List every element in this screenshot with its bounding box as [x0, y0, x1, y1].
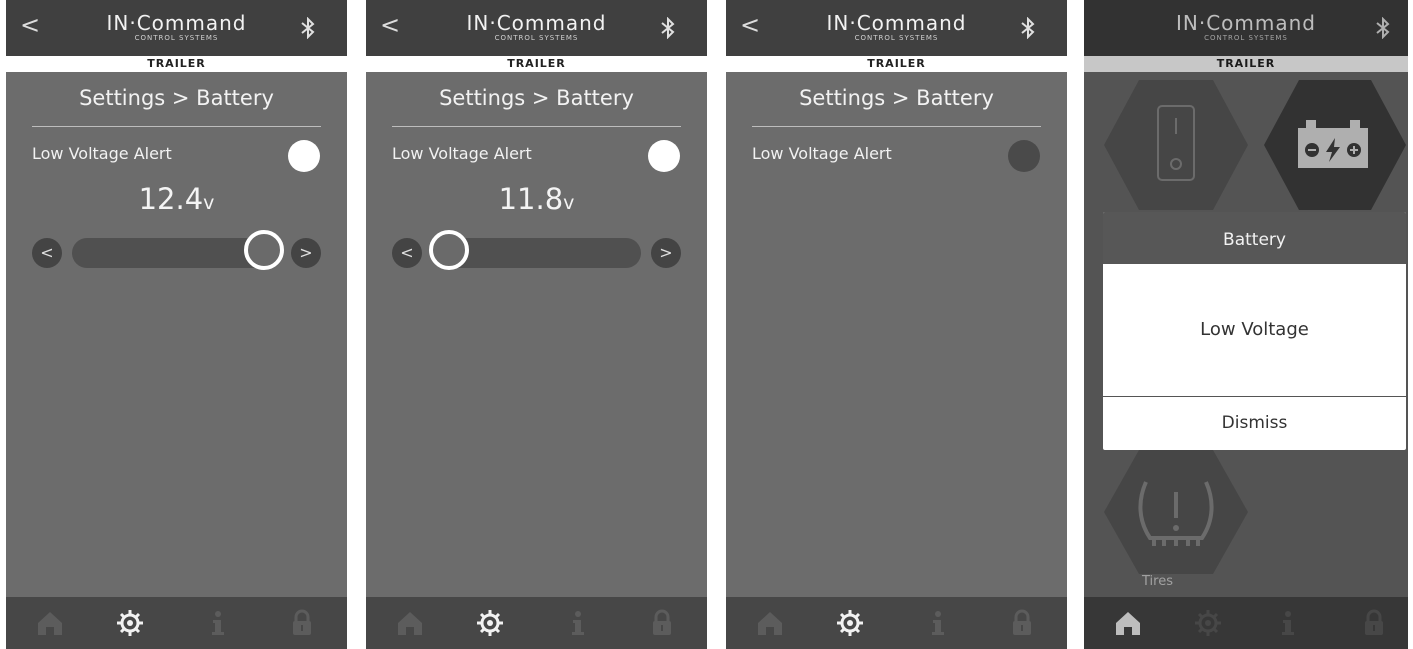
info-icon[interactable] [924, 609, 952, 637]
info-icon[interactable] [204, 609, 232, 637]
header-bar: < IN·Command CONTROL SYSTEMS [6, 0, 347, 56]
gear-icon[interactable] [476, 609, 504, 637]
gear-icon[interactable] [116, 609, 144, 637]
page-title: Settings > Battery [79, 86, 274, 110]
brand-subtitle: CONTROL SYSTEMS [134, 34, 219, 42]
brand-subtitle: CONTROL SYSTEMS [854, 34, 939, 42]
voltage-value: 11.8 [498, 182, 564, 216]
gear-icon[interactable] [836, 609, 864, 637]
increase-voltage-button[interactable]: > [651, 238, 681, 268]
section-label: TRAILER [366, 56, 707, 72]
brand-subtitle: CONTROL SYSTEMS [494, 34, 579, 42]
low-voltage-alert-label: Low Voltage Alert [752, 144, 892, 163]
low-voltage-alert-toggle[interactable] [1008, 140, 1040, 172]
voltage-unit: v [203, 192, 215, 214]
bottom-nav [6, 597, 347, 649]
home-icon[interactable] [396, 609, 424, 637]
dialog-title: Battery [1103, 212, 1406, 264]
brand-name: IN·Command [466, 11, 607, 35]
screen-home-alert: IN·Command CONTROL SYSTEMS TRAILER Tires… [1084, 0, 1408, 649]
title-divider [392, 126, 681, 127]
bottom-nav [726, 597, 1067, 649]
info-icon[interactable] [564, 609, 592, 637]
voltage-readout: 11.8v [366, 182, 707, 216]
header-bar: < IN·Command CONTROL SYSTEMS [366, 0, 707, 56]
header-bar: < IN·Command CONTROL SYSTEMS [726, 0, 1067, 56]
decrease-voltage-button[interactable]: < [32, 238, 62, 268]
screen-battery-settings-2: < IN·Command CONTROL SYSTEMS TRAILER Set… [366, 0, 707, 649]
voltage-slider-thumb[interactable] [244, 230, 285, 270]
brand-logo: IN·Command CONTROL SYSTEMS [366, 12, 707, 43]
bluetooth-icon[interactable] [659, 17, 677, 39]
increase-voltage-button[interactable]: > [291, 238, 321, 268]
voltage-readout: 12.4v [6, 182, 347, 216]
dismiss-button[interactable]: Dismiss [1103, 397, 1406, 450]
voltage-unit: v [563, 192, 575, 214]
home-icon[interactable] [756, 609, 784, 637]
brand-logo: IN·Command CONTROL SYSTEMS [6, 12, 347, 43]
alert-dialog: Battery Low Voltage Dismiss [1103, 212, 1406, 450]
low-voltage-alert-label: Low Voltage Alert [32, 144, 172, 163]
voltage-value: 12.4 [138, 182, 204, 216]
screen-battery-settings-3: < IN·Command CONTROL SYSTEMS TRAILER Set… [726, 0, 1067, 649]
lock-icon[interactable] [1008, 609, 1036, 637]
dialog-message: Low Voltage [1200, 319, 1309, 340]
bottom-nav [366, 597, 707, 649]
section-label: TRAILER [6, 56, 347, 72]
page-title: Settings > Battery [799, 86, 994, 110]
low-voltage-alert-label: Low Voltage Alert [392, 144, 532, 163]
bluetooth-icon[interactable] [1019, 17, 1037, 39]
brand-logo: IN·Command CONTROL SYSTEMS [726, 12, 1067, 43]
decrease-voltage-button[interactable]: < [392, 238, 422, 268]
screen-battery-settings-1: < IN·Command CONTROL SYSTEMS TRAILER Set… [6, 0, 347, 649]
title-divider [752, 126, 1041, 127]
title-divider [32, 126, 321, 127]
lock-icon[interactable] [648, 609, 676, 637]
bluetooth-icon[interactable] [299, 17, 317, 39]
lock-icon[interactable] [288, 609, 316, 637]
brand-name: IN·Command [106, 11, 247, 35]
home-icon[interactable] [36, 609, 64, 637]
brand-name: IN·Command [826, 11, 967, 35]
section-label: TRAILER [726, 56, 1067, 72]
low-voltage-alert-toggle[interactable] [648, 140, 680, 172]
page-title: Settings > Battery [439, 86, 634, 110]
low-voltage-alert-toggle[interactable] [288, 140, 320, 172]
voltage-slider-thumb[interactable] [428, 230, 469, 270]
